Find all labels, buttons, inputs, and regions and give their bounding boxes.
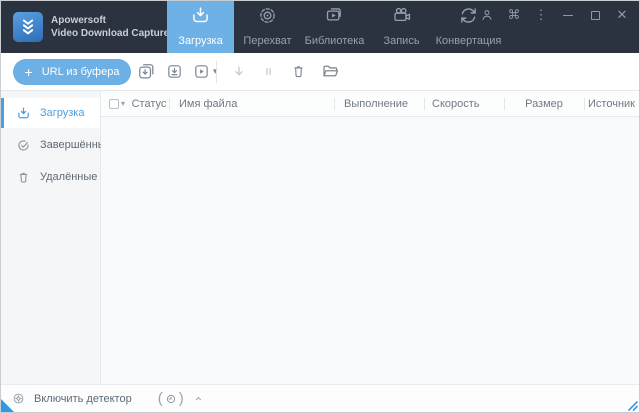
trash-icon xyxy=(290,63,307,80)
batch-download-icon xyxy=(137,62,156,81)
app-window: Apowersoft Video Download Capture Загруз… xyxy=(0,0,640,413)
close-button[interactable]: ✕ xyxy=(615,8,629,22)
brand-line-2: Video Download Capture xyxy=(51,27,169,40)
batch-download-button[interactable] xyxy=(137,62,156,81)
caret-down-icon[interactable]: ▾ xyxy=(121,99,125,108)
delete-button[interactable] xyxy=(290,63,307,80)
app-title: Apowersoft Video Download Capture xyxy=(51,14,169,40)
download-icon xyxy=(16,106,31,121)
tab-label: Загрузка xyxy=(178,36,222,47)
url-button-label: URL из буфера xyxy=(42,66,120,78)
download-actions-group: ▾ xyxy=(137,62,218,81)
toolbar-divider xyxy=(216,61,217,83)
clock-icon xyxy=(164,392,178,406)
minimize-button[interactable] xyxy=(561,8,575,22)
plus-icon: + xyxy=(25,65,33,79)
table-header: ▾ Статус Имя файла Выполнение Скорость Р… xyxy=(101,91,639,117)
scheduler-button[interactable]: ( ) xyxy=(158,391,184,406)
detector-icon[interactable] xyxy=(11,391,26,406)
resize-grip-icon xyxy=(627,400,638,411)
select-all-checkbox[interactable] xyxy=(109,99,119,109)
user-icon[interactable] xyxy=(480,8,494,22)
column-header-speed[interactable]: Скорость xyxy=(424,91,504,116)
column-header-size[interactable]: Размер xyxy=(504,91,584,116)
detector-toggle-label[interactable]: Включить детектор xyxy=(34,393,132,405)
more-menu-icon[interactable]: ⋮ xyxy=(534,8,548,22)
play-square-icon xyxy=(193,63,210,80)
task-actions-group xyxy=(231,62,340,81)
download-square-icon xyxy=(166,63,183,80)
toolbar: + URL из буфера xyxy=(1,53,639,91)
play-download-button[interactable]: ▾ xyxy=(193,63,218,80)
convert-icon xyxy=(458,5,479,31)
tab-record[interactable]: Запись xyxy=(368,1,435,53)
select-all-cell: ▾ xyxy=(101,91,129,116)
tab-capture[interactable]: Перехват xyxy=(234,1,301,53)
start-download-button[interactable] xyxy=(231,64,247,80)
main-tabs: Загрузка Перехват xyxy=(167,1,502,53)
pause-button[interactable] xyxy=(261,64,276,79)
download-to-button[interactable] xyxy=(166,63,183,80)
tab-label: Перехват xyxy=(243,36,291,47)
paren-close: ) xyxy=(179,391,184,406)
check-icon xyxy=(16,138,31,153)
column-header-filename[interactable]: Имя файла xyxy=(169,91,334,116)
brand-line-1: Apowersoft xyxy=(51,14,169,27)
arrow-down-icon xyxy=(231,64,247,80)
sidebar-item-downloads[interactable]: Загрузка xyxy=(1,98,100,128)
download-icon xyxy=(190,5,211,31)
pause-icon xyxy=(261,64,276,79)
tab-label: Конвертация xyxy=(436,36,502,47)
sidebar-item-deleted[interactable]: Удалённые xyxy=(1,162,100,192)
tab-library[interactable]: Библиотека xyxy=(301,1,368,53)
column-header-source[interactable]: Источник xyxy=(584,91,639,116)
camera-icon xyxy=(391,5,413,31)
window-controls: ⌘ ⋮ ✕ xyxy=(480,8,629,22)
trash-icon xyxy=(16,170,31,185)
sidebar-item-label: Удалённые xyxy=(40,171,97,183)
sidebar-item-label: Загрузка xyxy=(40,107,84,119)
resize-grip[interactable] xyxy=(627,400,638,411)
sidebar-item-completed[interactable]: Завершённые xyxy=(1,130,100,160)
paren-open: ( xyxy=(158,391,163,406)
library-icon xyxy=(324,5,345,31)
column-header-status[interactable]: Статус xyxy=(129,91,169,116)
column-header-progress[interactable]: Выполнение xyxy=(334,91,424,116)
maximize-button[interactable] xyxy=(588,8,602,22)
apps-icon[interactable]: ⌘ xyxy=(507,8,521,22)
tab-label: Библиотека xyxy=(305,36,365,47)
app-brand: Apowersoft Video Download Capture xyxy=(13,12,169,42)
app-logo-icon xyxy=(13,12,43,42)
url-from-clipboard-button[interactable]: + URL из буфера xyxy=(13,59,131,85)
sidebar: Загрузка Завершённые Удалённые xyxy=(1,91,101,384)
folder-open-icon xyxy=(321,62,340,81)
open-folder-button[interactable] xyxy=(321,62,340,81)
tab-label: Запись xyxy=(383,36,419,47)
title-bar: Apowersoft Video Download Capture Загруз… xyxy=(1,1,639,53)
download-list xyxy=(101,117,639,384)
status-bar: Включить детектор ( ) xyxy=(1,384,639,412)
tab-download[interactable]: Загрузка xyxy=(167,1,234,53)
chevron-up-icon[interactable] xyxy=(193,393,204,404)
target-icon xyxy=(257,5,278,31)
